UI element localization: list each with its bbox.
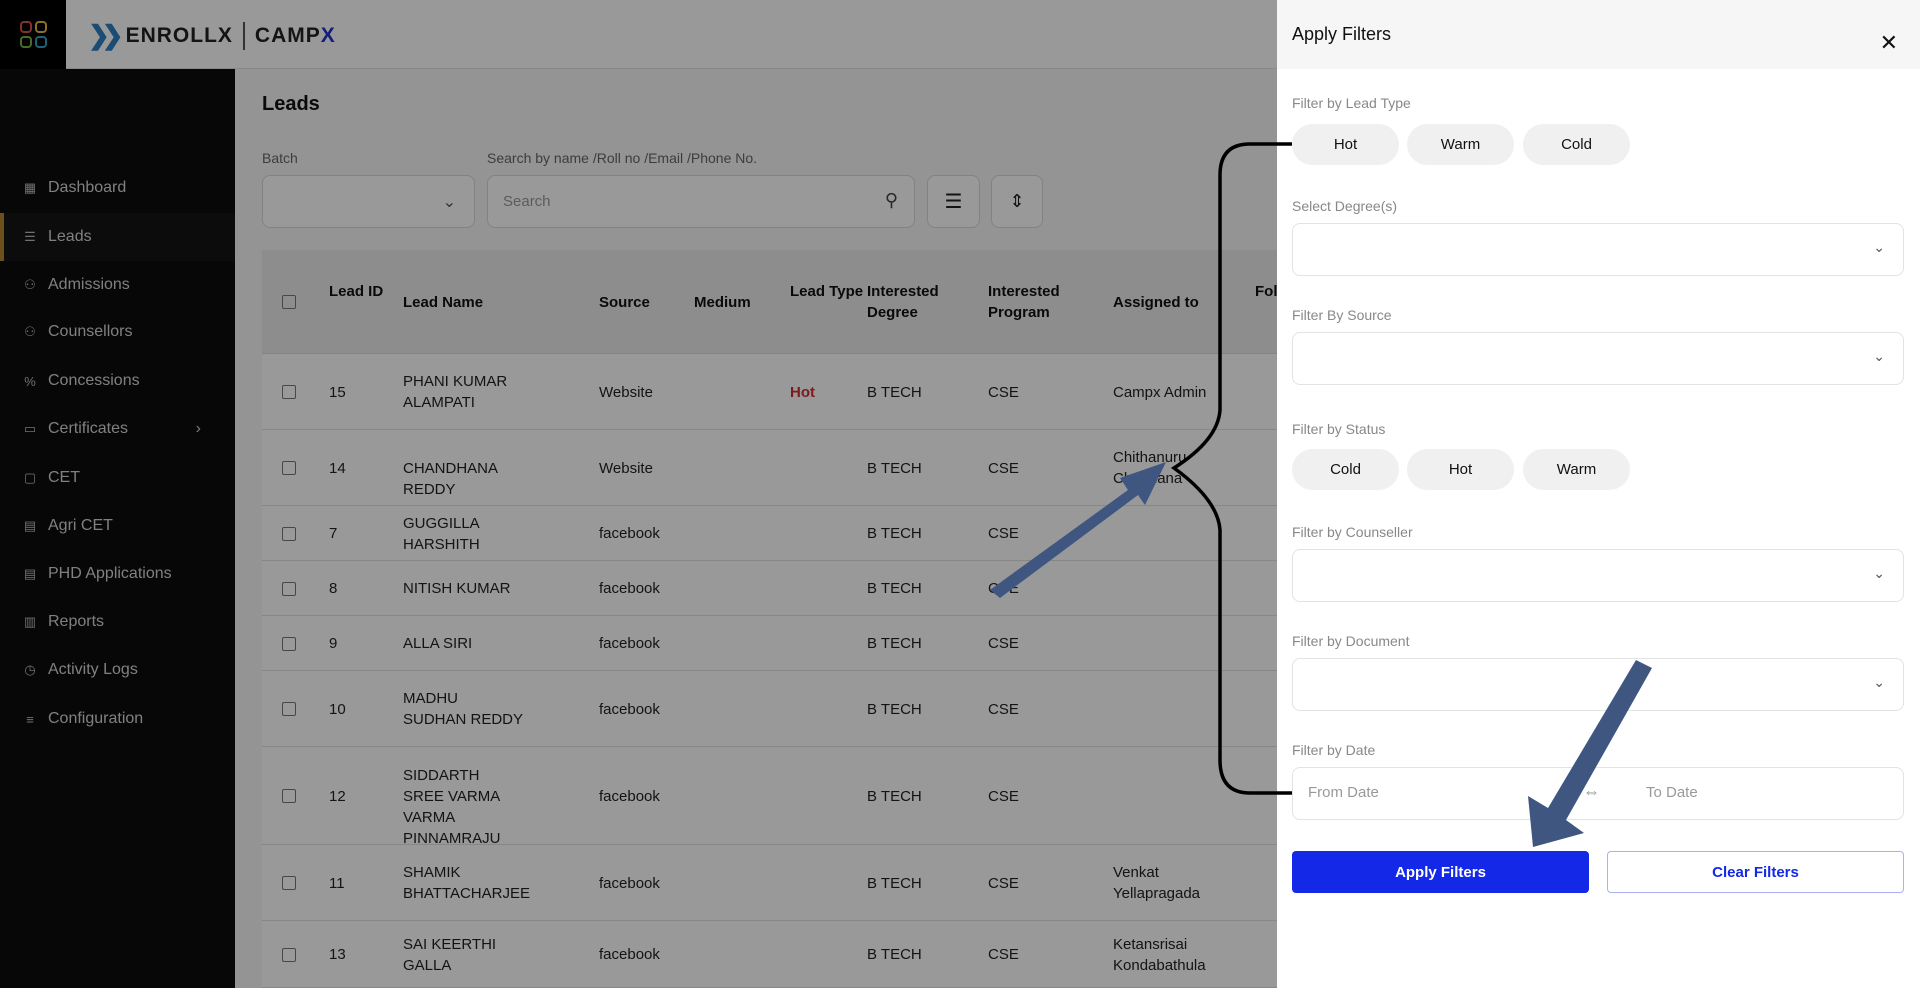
to-date-input[interactable]: To Date: [1646, 784, 1698, 801]
chevron-down-icon: ⌄: [1873, 348, 1885, 364]
chip-status-cold[interactable]: Cold: [1292, 449, 1399, 490]
status-label: Filter by Status: [1292, 421, 1386, 437]
degree-select[interactable]: ⌄: [1292, 223, 1904, 276]
modal-backdrop[interactable]: [0, 0, 1277, 988]
date-range-input: From Date ⇔ To Date: [1292, 767, 1904, 820]
swap-arrows-icon: ⇔: [1583, 782, 1600, 801]
chevron-down-icon: ⌄: [1873, 565, 1885, 581]
chevron-down-icon: ⌄: [1873, 674, 1885, 690]
chip-lead-type-cold[interactable]: Cold: [1523, 124, 1630, 165]
chip-lead-type-warm[interactable]: Warm: [1407, 124, 1514, 165]
counseller-label: Filter by Counseller: [1292, 524, 1413, 540]
document-select[interactable]: ⌄: [1292, 658, 1904, 711]
close-icon[interactable]: ✕: [1880, 30, 1898, 56]
chip-lead-type-hot[interactable]: Hot: [1292, 124, 1399, 165]
lead-type-label: Filter by Lead Type: [1292, 95, 1411, 111]
filter-panel: Apply Filters ✕ Filter by Lead Type Hot …: [1277, 0, 1920, 988]
apply-filters-button[interactable]: Apply Filters: [1292, 851, 1589, 893]
chevron-down-icon: ⌄: [1873, 239, 1885, 255]
counseller-select[interactable]: ⌄: [1292, 549, 1904, 602]
document-label: Filter by Document: [1292, 633, 1410, 649]
chip-status-hot[interactable]: Hot: [1407, 449, 1514, 490]
chip-status-warm[interactable]: Warm: [1523, 449, 1630, 490]
source-select[interactable]: ⌄: [1292, 332, 1904, 385]
source-label: Filter By Source: [1292, 307, 1392, 323]
date-label: Filter by Date: [1292, 742, 1376, 758]
from-date-input[interactable]: From Date: [1308, 784, 1379, 801]
degree-label: Select Degree(s): [1292, 198, 1398, 214]
panel-title: Apply Filters: [1292, 24, 1392, 44]
clear-filters-button[interactable]: Clear Filters: [1607, 851, 1904, 893]
